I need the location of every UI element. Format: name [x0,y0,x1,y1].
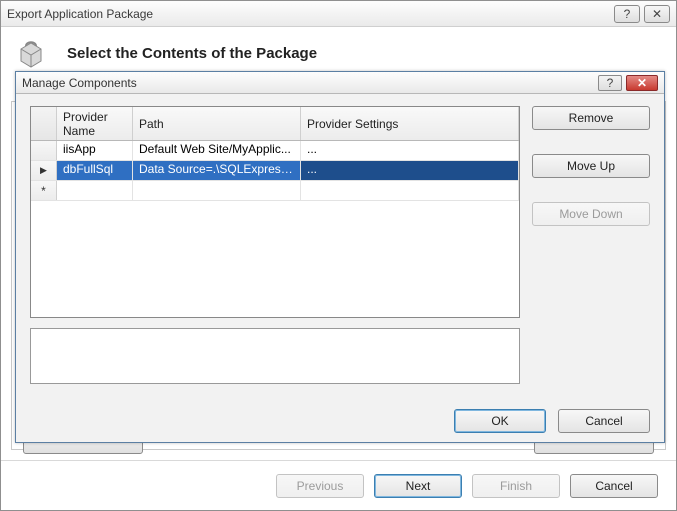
row-header [31,141,57,160]
cell-settings[interactable] [301,181,519,200]
move-down-button: Move Down [532,202,650,226]
wizard-footer: Previous Next Finish Cancel [1,460,676,510]
col-provider-settings[interactable]: Provider Settings [301,107,519,140]
next-button[interactable]: Next [374,474,462,498]
col-provider-name[interactable]: Provider Name [57,107,133,140]
package-icon [13,35,49,71]
table-row[interactable]: ▶ dbFullSql Data Source=.\SQLExpress;Dat… [31,161,519,181]
finish-button: Finish [472,474,560,498]
cell-provider[interactable]: dbFullSql [57,161,133,180]
move-up-button[interactable]: Move Up [532,154,650,178]
components-grid[interactable]: Provider Name Path Provider Settings iis… [30,106,520,318]
close-icon: ✕ [652,7,662,21]
manage-components-dialog: Manage Components ? ✕ Provider Name Path… [15,71,665,443]
close-icon: ✕ [637,76,647,90]
inner-help-button[interactable]: ? [598,75,622,91]
inner-footer: OK Cancel [16,400,664,442]
description-textbox[interactable] [30,328,520,384]
grid-corner [31,107,57,140]
table-row[interactable]: iisApp Default Web Site/MyApplic... ... [31,141,519,161]
table-new-row[interactable]: * [31,181,519,201]
asterisk-icon: * [41,184,46,198]
cell-settings[interactable]: ... [301,141,519,160]
col-path[interactable]: Path [133,107,301,140]
inner-titlebar: Manage Components ? ✕ [16,72,664,94]
cell-provider[interactable]: iisApp [57,141,133,160]
row-header: ▶ [31,161,57,180]
row-pointer-icon: ▶ [40,165,47,176]
cell-provider[interactable] [57,181,133,200]
remove-button[interactable]: Remove [532,106,650,130]
cell-settings[interactable]: ... [301,161,519,180]
cell-path[interactable] [133,181,301,200]
previous-button: Previous [276,474,364,498]
inner-window-title: Manage Components [22,76,598,90]
outer-window-title: Export Application Package [7,7,610,21]
help-icon: ? [607,76,614,90]
dialog-cancel-button[interactable]: Cancel [558,409,650,433]
export-package-wizard: Export Application Package ? ✕ Select th… [0,0,677,511]
outer-titlebar: Export Application Package ? ✕ [1,1,676,27]
new-row-indicator: * [31,181,57,200]
help-icon: ? [624,7,631,21]
cell-path[interactable]: Data Source=.\SQLExpress;Dat [133,161,301,180]
grid-header: Provider Name Path Provider Settings [31,107,519,141]
inner-body: Provider Name Path Provider Settings iis… [30,106,650,392]
side-buttons: Remove Move Up Move Down [532,106,650,226]
cell-path[interactable]: Default Web Site/MyApplic... [133,141,301,160]
ok-button[interactable]: OK [454,409,546,433]
wizard-cancel-button[interactable]: Cancel [570,474,658,498]
outer-close-button[interactable]: ✕ [644,5,670,23]
wizard-heading: Select the Contents of the Package [67,45,317,62]
outer-help-button[interactable]: ? [614,5,640,23]
inner-close-button[interactable]: ✕ [626,75,658,91]
